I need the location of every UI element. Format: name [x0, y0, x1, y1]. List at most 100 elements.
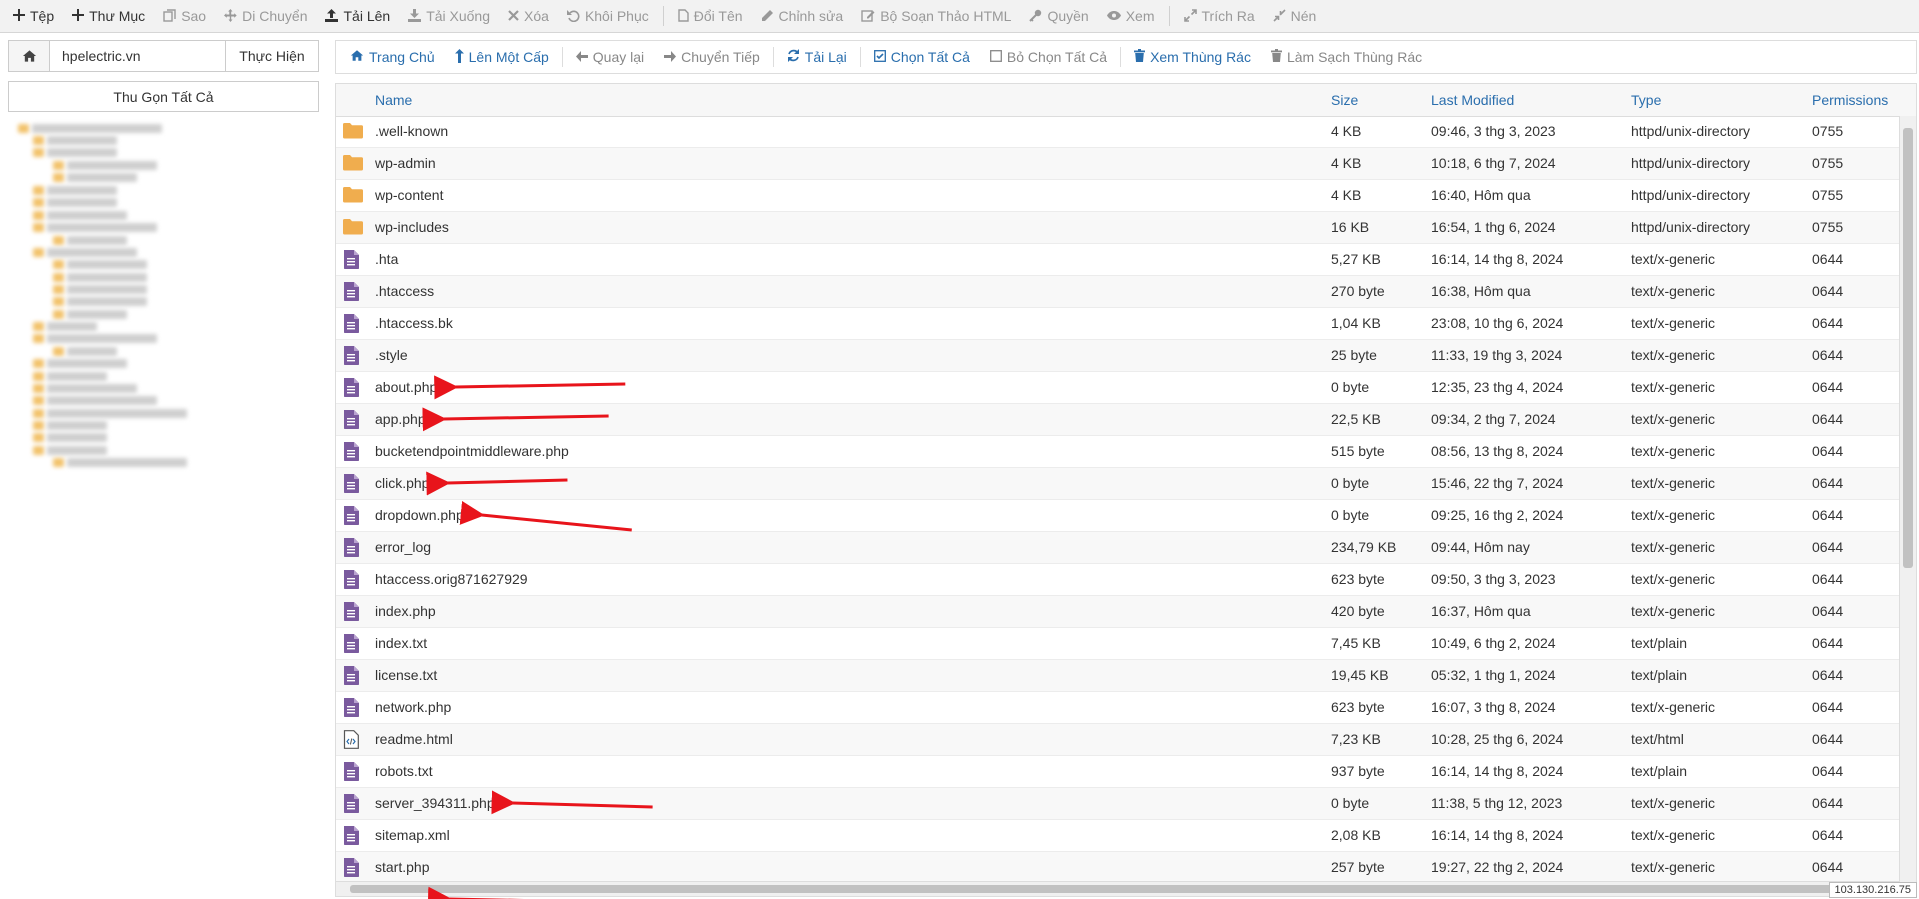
toolbar-button-9[interactable]: Đổi Tên — [669, 0, 752, 33]
column-header-last-modified[interactable]: Last Modified — [1431, 92, 1514, 108]
tree-folder-icon — [33, 248, 44, 257]
left-panel: Thực Hiện Thu Gọn Tất Cả — [8, 40, 319, 824]
tree-item-label[interactable] — [67, 173, 137, 182]
tree-item-label[interactable] — [47, 433, 107, 442]
tree-item-label[interactable] — [47, 248, 137, 257]
table-row[interactable]: index.txt 7,45 KB 10:49, 6 thg 2, 2024 text… — [336, 628, 1900, 660]
tree-item-label[interactable] — [47, 211, 127, 220]
table-row[interactable]: .style 25 byte 11:33, 19 thg 3, 2024 text/x… — [336, 340, 1900, 372]
toolbar-button-label: Thư Mục — [89, 8, 146, 24]
toolbar-button-14[interactable]: Trích Ra — [1175, 0, 1264, 33]
column-header-size[interactable]: Size — [1331, 92, 1358, 108]
tree-item-label[interactable] — [47, 421, 107, 430]
toolbar-button-11[interactable]: Bộ Soạn Thảo HTML — [852, 0, 1020, 33]
table-row[interactable]: .well-known 4 KB 09:46, 3 thg 3, 2023 httpd… — [336, 116, 1900, 148]
tree-item-label[interactable] — [67, 347, 117, 356]
tree-item-label[interactable] — [47, 223, 157, 232]
tree-item-label[interactable] — [47, 396, 157, 405]
collapse-all-button[interactable]: Thu Gọn Tất Cả — [8, 81, 319, 112]
table-row[interactable]: wp-includes 16 KB 16:54, 1 thg 6, 2024 http… — [336, 212, 1900, 244]
toolbar-button-3[interactable]: Sao — [154, 0, 215, 33]
file-permissions: 0755 — [1812, 219, 1844, 235]
tree-item-label[interactable] — [67, 458, 187, 467]
nav-button-6[interactable]: Chọn Tất Cả — [864, 49, 980, 65]
nav-button-4[interactable]: Chuyển Tiếp — [654, 49, 770, 65]
tree-item-label[interactable] — [67, 260, 147, 269]
file-last-modified: 12:35, 23 thg 4, 2024 — [1431, 379, 1564, 395]
toolbar-button-4[interactable]: Di Chuyển — [215, 0, 316, 33]
table-row[interactable]: network.php 623 byte 16:07, 3 thg 8, 2024 t… — [336, 692, 1900, 724]
toolbar-button-15[interactable]: Nén — [1264, 0, 1326, 33]
table-row[interactable]: bucketendpointmiddleware.php 515 byte 08:5… — [336, 436, 1900, 468]
toolbar-button-label: Khôi Phục — [584, 8, 649, 24]
tree-item-label[interactable] — [47, 409, 187, 418]
tree-item-label[interactable] — [47, 186, 117, 195]
table-row[interactable]: .htaccess.bk 1,04 KB 23:08, 10 thg 6, 2024… — [336, 308, 1900, 340]
table-row[interactable]: index.php 420 byte 16:37, Hôm qua text/x-ge… — [336, 596, 1900, 628]
nav-button-2[interactable]: Lên Một Cấp — [445, 48, 559, 66]
tree-item-label[interactable] — [47, 372, 107, 381]
tree-item-label[interactable] — [67, 161, 157, 170]
nav-button-1[interactable]: Trang Chủ — [340, 49, 445, 65]
file-size: 0 byte — [1331, 379, 1370, 395]
toolbar-button-10[interactable]: Chỉnh sửa — [752, 0, 853, 33]
toolbar-button-7[interactable]: Xóa — [499, 0, 558, 33]
column-header-name[interactable]: Name — [375, 92, 412, 108]
table-row[interactable]: click.php 0 byte 15:46, 22 thg 7, 2024 text… — [336, 468, 1900, 500]
tree-item-label[interactable] — [47, 384, 137, 393]
toolbar-button-2[interactable]: Thư Mục — [63, 0, 154, 33]
tree-item-label[interactable] — [67, 285, 147, 294]
horizontal-scroll-thumb[interactable] — [350, 885, 1840, 893]
toolbar-button-8[interactable]: Khôi Phục — [558, 0, 658, 33]
nav-button-3[interactable]: Quay lại — [566, 49, 654, 65]
horizontal-scrollbar[interactable] — [336, 881, 1900, 896]
tree-item-label[interactable] — [47, 136, 117, 145]
folder-tree[interactable] — [8, 124, 319, 824]
tree-item-label[interactable] — [47, 198, 117, 207]
tree-item-label[interactable] — [32, 124, 162, 133]
table-row[interactable]: error_log 234,79 KB 09:44, Hôm nay text/x-g… — [336, 532, 1900, 564]
nav-button-5[interactable]: Tải Lại — [777, 49, 857, 65]
table-row[interactable]: sitemap.xml 2,08 KB 16:14, 14 thg 8, 2024 t… — [336, 820, 1900, 852]
toolbar-button-12[interactable]: Quyền — [1020, 0, 1097, 33]
table-row[interactable]: app.php 22,5 KB 09:34, 2 thg 7, 2024 text/x… — [336, 404, 1900, 436]
tree-item-label[interactable] — [67, 310, 127, 319]
table-row[interactable]: about.php 0 byte 12:35, 23 thg 4, 2024 text… — [336, 372, 1900, 404]
tree-item-label[interactable] — [67, 297, 147, 306]
vertical-scrollbar[interactable] — [1899, 116, 1916, 896]
column-header-permissions[interactable]: Permissions — [1812, 92, 1888, 108]
tree-item-label[interactable] — [47, 148, 117, 157]
home-button[interactable] — [9, 41, 50, 71]
tree-item-label[interactable] — [47, 446, 107, 455]
table-row[interactable]: dropdown.php 0 byte 09:25, 16 thg 2, 2024 t… — [336, 500, 1900, 532]
nav-button-8[interactable]: Xem Thùng Rác — [1124, 49, 1261, 65]
file-icon — [343, 282, 363, 301]
table-row[interactable]: wp-content 4 KB 16:40, Hôm qua httpd/unix-d… — [336, 180, 1900, 212]
file-name: .htaccess — [375, 283, 435, 299]
go-button[interactable]: Thực Hiện — [225, 41, 318, 71]
table-row[interactable]: .htaccess 270 byte 16:38, Hôm qua text/x-ge… — [336, 276, 1900, 308]
table-row[interactable]: readme.html 7,23 KB 10:28, 25 thg 6, 2024 t… — [336, 724, 1900, 756]
tree-item-label[interactable] — [67, 236, 127, 245]
toolbar-button-5[interactable]: Tải Lên — [316, 0, 399, 33]
table-row[interactable]: start.php 257 byte 19:27, 22 thg 2, 2024 te… — [336, 852, 1900, 884]
tree-item-label[interactable] — [67, 273, 147, 282]
table-row[interactable]: server_394311.php 0 byte 11:38, 5 thg 12, … — [336, 788, 1900, 820]
nav-button-7[interactable]: Bỏ Chọn Tất Cả — [980, 49, 1117, 65]
table-row[interactable]: robots.txt 937 byte 16:14, 14 thg 8, 2024 t… — [336, 756, 1900, 788]
tree-item-label[interactable] — [47, 359, 127, 368]
tree-item-label[interactable] — [47, 334, 157, 343]
toolbar-button-1[interactable]: Tệp — [4, 0, 63, 33]
toolbar-button-6[interactable]: Tải Xuống — [399, 0, 499, 33]
table-row[interactable]: wp-admin 4 KB 10:18, 6 thg 7, 2024 httpd/un… — [336, 148, 1900, 180]
table-row[interactable]: license.txt 19,45 KB 05:32, 1 thg 1, 2024 t… — [336, 660, 1900, 692]
file-name: index.txt — [375, 635, 428, 651]
table-row[interactable]: .hta 5,27 KB 16:14, 14 thg 8, 2024 text/x-g… — [336, 244, 1900, 276]
column-header-type[interactable]: Type — [1631, 92, 1661, 108]
tree-item-label[interactable] — [47, 322, 97, 331]
vertical-scroll-thumb[interactable] — [1903, 128, 1913, 568]
toolbar-button-13[interactable]: Xem — [1098, 0, 1164, 33]
path-input[interactable] — [50, 41, 225, 71]
table-row[interactable]: htaccess.orig871627929 623 byte 09:50, 3 t… — [336, 564, 1900, 596]
nav-button-9[interactable]: Làm Sạch Thùng Rác — [1261, 49, 1432, 65]
